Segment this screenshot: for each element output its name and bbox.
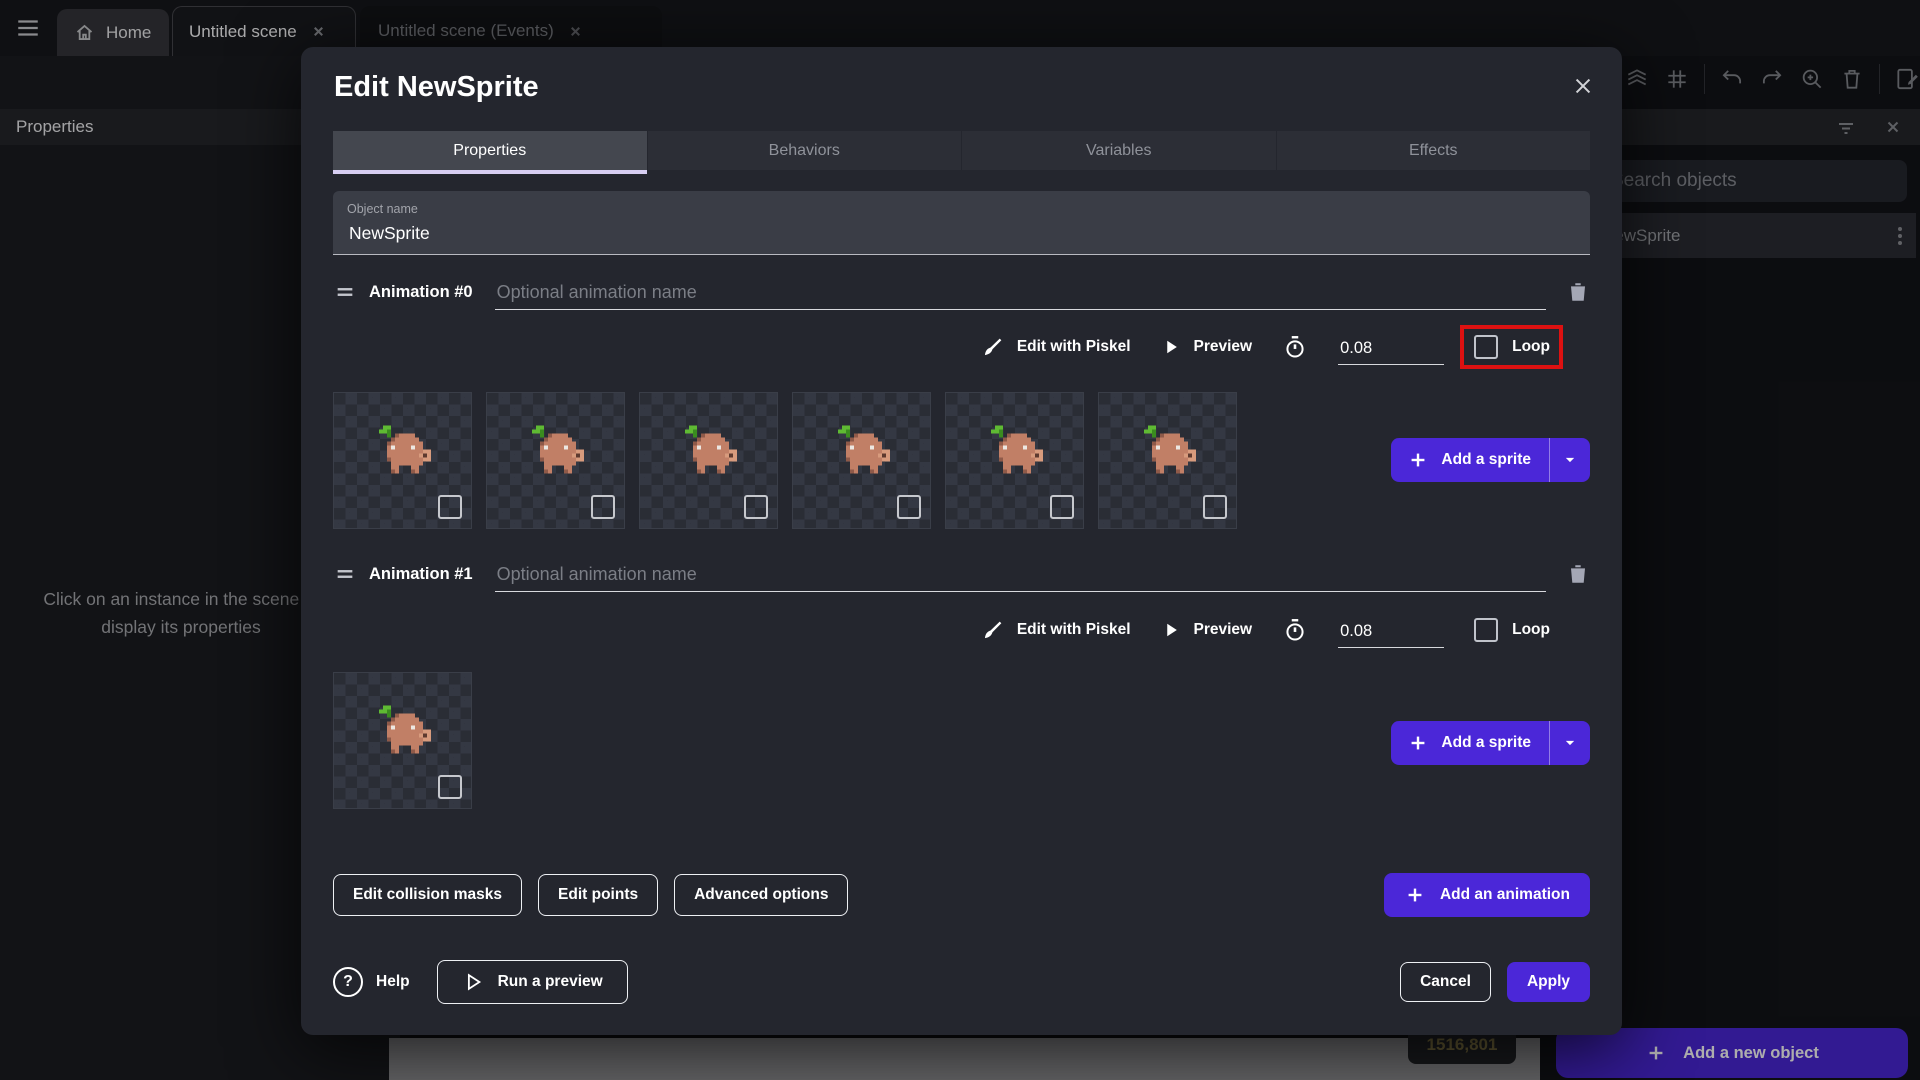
drag-handle-icon[interactable] (334, 563, 356, 585)
brush-icon (982, 336, 1004, 358)
close-dialog-icon[interactable] (1572, 75, 1594, 97)
animation-0-frames (333, 392, 1237, 529)
animation-0-tools: Edit with Piskel Preview Loop (333, 323, 1572, 371)
loop-checkbox[interactable] (1474, 618, 1499, 642)
pig-sprite-image (681, 425, 737, 479)
question-icon: ? (333, 967, 363, 997)
apply-button[interactable]: Apply (1506, 962, 1590, 1002)
animation-1-name-field (494, 556, 1550, 593)
pig-sprite-image (987, 425, 1043, 479)
advanced-options-button[interactable]: Advanced options (674, 874, 849, 916)
edit-with-piskel-button[interactable]: Edit with Piskel (982, 336, 1131, 358)
drag-handle-icon[interactable] (334, 281, 356, 303)
pig-sprite-image (528, 425, 584, 479)
loop-checkbox[interactable] (1474, 335, 1499, 359)
frame-checkbox[interactable] (438, 775, 462, 799)
animation-1-title: Animation #1 (369, 564, 473, 583)
plus-icon (1404, 884, 1426, 906)
chevron-down-icon[interactable] (1550, 450, 1590, 470)
animation-1-name-input[interactable] (494, 556, 1550, 593)
tab-effects[interactable]: Effects (1275, 131, 1590, 170)
dialog-tabs: Properties Behaviors Variables Effects (333, 131, 1590, 174)
play-icon (1161, 337, 1181, 357)
frame-time-field (1338, 330, 1445, 365)
sprite-frame[interactable] (486, 392, 625, 529)
pig-sprite-image (834, 425, 890, 479)
stopwatch-icon (1282, 334, 1308, 360)
tab-variables[interactable]: Variables (961, 131, 1276, 170)
loop-label: Loop (1512, 338, 1550, 355)
loop-label: Loop (1512, 621, 1550, 638)
preview-button[interactable]: Preview (1161, 337, 1252, 357)
pig-sprite-image (1140, 425, 1196, 479)
pig-sprite-image (375, 705, 431, 759)
chevron-down-icon[interactable] (1550, 733, 1590, 753)
pig-sprite-image (375, 425, 431, 479)
object-name-field: Object name (333, 191, 1590, 255)
loop-option: Loop (1474, 618, 1550, 642)
frame-checkbox[interactable] (744, 495, 768, 519)
stopwatch-icon (1282, 617, 1308, 643)
object-name-label: Object name (347, 202, 418, 216)
object-name-input[interactable] (347, 222, 1580, 245)
frame-checkbox[interactable] (438, 495, 462, 519)
run-preview-button[interactable]: Run a preview (436, 960, 628, 1004)
dialog-title: Edit NewSprite (334, 71, 539, 103)
plus-icon (1391, 449, 1441, 471)
animation-1-header: Animation #1 (334, 556, 1590, 593)
animation-0-title: Animation #0 (369, 282, 473, 301)
sprite-frame[interactable] (945, 392, 1084, 529)
preview-button[interactable]: Preview (1161, 620, 1252, 640)
delete-animation-icon[interactable] (1566, 561, 1590, 587)
animation-0-name-input[interactable] (494, 274, 1550, 311)
sprite-frame[interactable] (792, 392, 931, 529)
tab-behaviors[interactable]: Behaviors (646, 131, 961, 170)
frame-checkbox[interactable] (897, 495, 921, 519)
frame-time-input[interactable] (1338, 620, 1445, 647)
cancel-button[interactable]: Cancel (1400, 962, 1491, 1002)
play-icon (1161, 620, 1181, 640)
sprite-actions: Edit collision masks Edit points Advance… (333, 873, 1590, 917)
sprite-frame[interactable] (1098, 392, 1237, 529)
edit-with-piskel-button[interactable]: Edit with Piskel (982, 619, 1131, 641)
frame-checkbox[interactable] (1050, 495, 1074, 519)
frame-checkbox[interactable] (1203, 495, 1227, 519)
animation-1-frames (333, 672, 472, 809)
tab-properties[interactable]: Properties (333, 131, 647, 174)
play-outline-icon (462, 971, 484, 993)
loop-option: Loop (1460, 325, 1563, 369)
animation-0-name-field (494, 274, 1550, 311)
animation-0-header: Animation #0 (334, 274, 1590, 311)
help-button[interactable]: ? Help (333, 967, 410, 997)
frame-time-input[interactable] (1338, 337, 1445, 364)
add-sprite-button[interactable]: Add a sprite (1391, 438, 1590, 482)
edit-collision-masks-button[interactable]: Edit collision masks (333, 874, 523, 916)
edit-points-button[interactable]: Edit points (538, 874, 659, 916)
plus-icon (1391, 732, 1441, 754)
brush-icon (982, 619, 1004, 641)
sprite-frame[interactable] (333, 392, 472, 529)
edit-sprite-dialog: Edit NewSprite Properties Behaviors Vari… (301, 47, 1622, 1035)
frame-checkbox[interactable] (591, 495, 615, 519)
add-animation-button[interactable]: Add an animation (1383, 873, 1590, 917)
frame-time-field (1338, 613, 1445, 648)
delete-animation-icon[interactable] (1566, 279, 1590, 305)
sprite-frame[interactable] (333, 672, 472, 809)
animation-1-tools: Edit with Piskel Preview Loop (333, 606, 1572, 654)
dialog-footer: ? Help Run a preview Cancel Apply (333, 960, 1590, 1004)
sprite-frame[interactable] (639, 392, 778, 529)
add-sprite-button[interactable]: Add a sprite (1391, 721, 1590, 765)
